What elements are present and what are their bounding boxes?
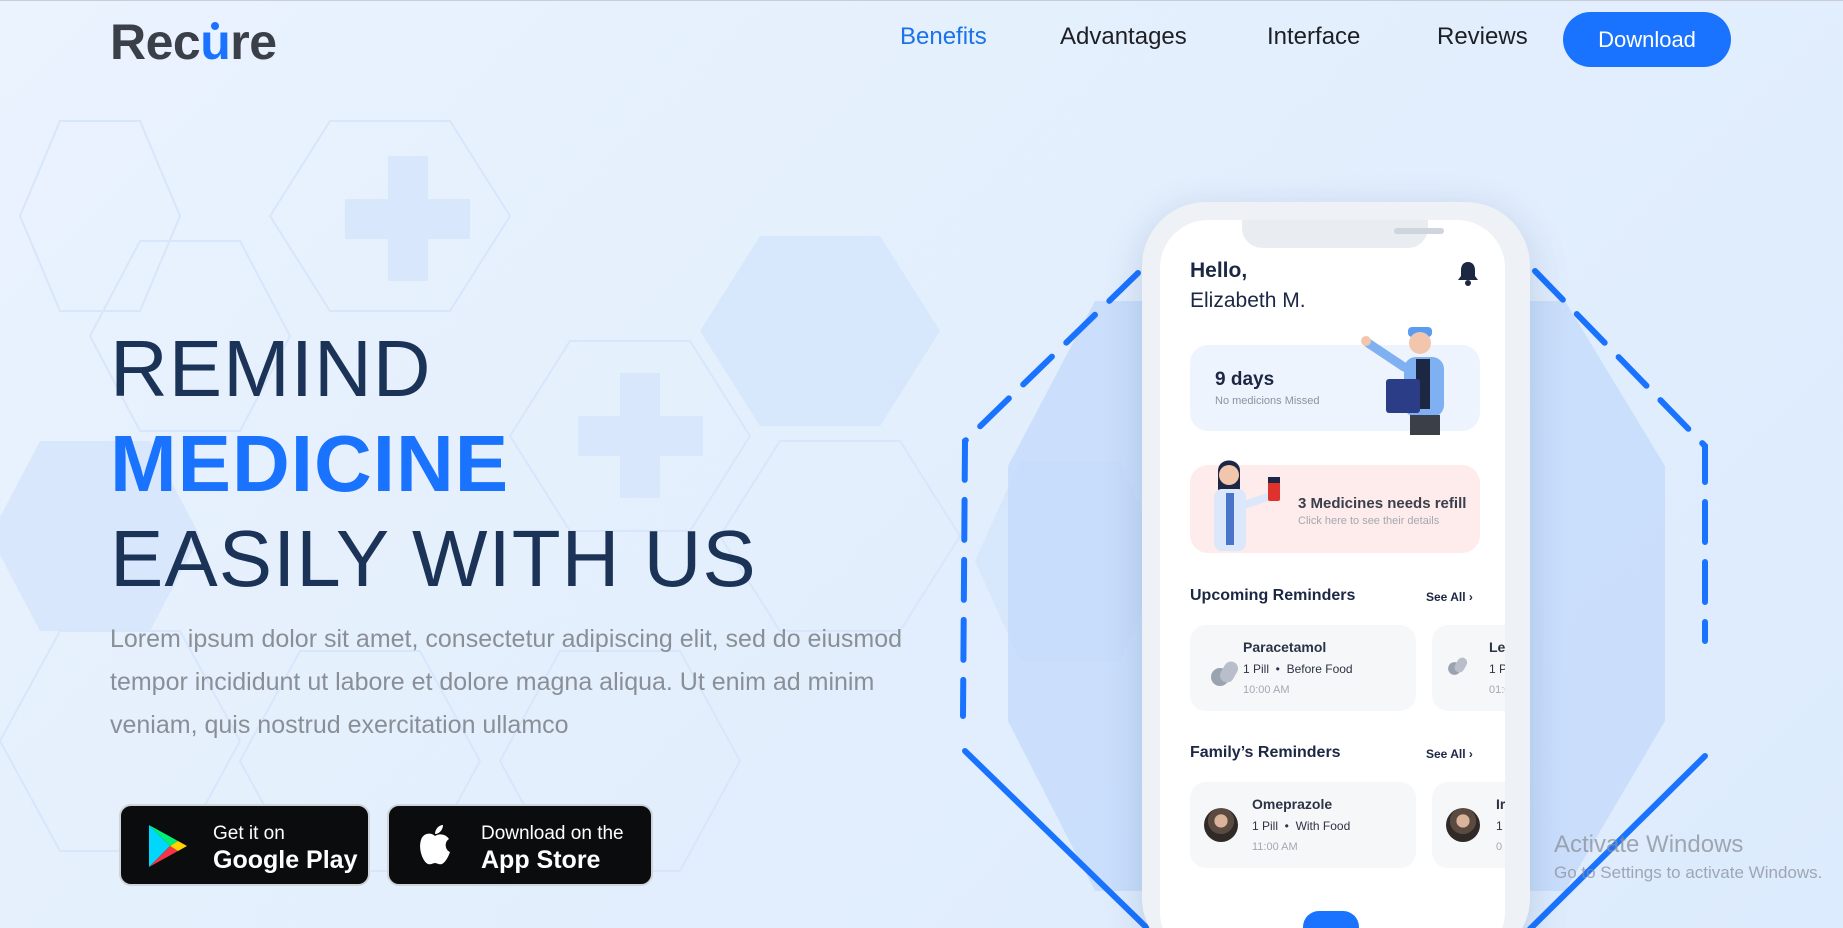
family-reminder-card[interactable]: Omeprazole 1 Pill • With Food 11:00 AM	[1190, 782, 1416, 868]
medicine-dose: 1 Pill • Before Food	[1243, 662, 1353, 676]
medicine-dose: 1 Pill • With Food	[1252, 819, 1351, 833]
dose-text: 1 Pill	[1252, 819, 1279, 833]
google-play-button[interactable]: Get it on Google Play	[119, 804, 370, 886]
doctor-illustration-icon	[1361, 327, 1444, 435]
medicine-name: Omeprazole	[1252, 796, 1333, 812]
greeting-text: Hello,	[1190, 259, 1248, 282]
nav-interface[interactable]: Interface	[1267, 23, 1360, 51]
chevron-right-icon: ›	[1468, 590, 1473, 604]
hero-headline-line-1: REMIND	[110, 324, 432, 413]
medicine-time: 10:00 AM	[1243, 684, 1290, 696]
hero-headline-line-3: EASILY WITH US	[110, 514, 757, 603]
nav-benefits[interactable]: Benefits	[900, 23, 987, 51]
google-play-icon	[149, 825, 187, 867]
see-all-label: See All	[1426, 590, 1466, 604]
phone-screen: Hello, Elizabeth M. 9 days No medicions …	[1160, 220, 1505, 928]
hero-headline-line-2: MEDICINE	[110, 419, 510, 508]
user-name: Elizabeth M.	[1190, 289, 1306, 312]
refill-subtitle: Click here to see their details	[1298, 515, 1440, 527]
medicine-time: 0	[1496, 841, 1503, 853]
watermark-title: Activate Windows	[1554, 831, 1744, 858]
nav-advantages[interactable]: Advantages	[1060, 23, 1187, 51]
download-button[interactable]: Download	[1563, 12, 1731, 67]
upcoming-reminders-title: Upcoming Reminders	[1190, 587, 1356, 604]
streak-card[interactable]: 9 days No medicions Missed	[1190, 327, 1480, 435]
bell-icon[interactable]	[1456, 260, 1480, 286]
medicine-name: Paracetamol	[1243, 639, 1327, 655]
logo-u: u	[200, 13, 231, 71]
timing-text: Before Food	[1286, 662, 1353, 676]
site-header: Rec u re Benefits Advantages Interface R…	[0, 1, 1843, 79]
family-see-all-link[interactable]: See All ›	[1426, 747, 1473, 761]
logo-text-prefix: Rec	[110, 14, 201, 70]
medicine-time: 11:00 AM	[1252, 841, 1298, 853]
logo-text-suffix: re	[230, 14, 277, 70]
apple-icon	[420, 825, 450, 865]
family-reminders-title: Family’s Reminders	[1190, 744, 1341, 761]
avatar	[1446, 808, 1480, 842]
reminder-card[interactable]: Lev 1 Pil 01:0	[1432, 625, 1505, 711]
refill-title: 3 Medicines needs refill	[1298, 495, 1467, 512]
pills-icon	[1211, 661, 1238, 686]
avatar	[1204, 808, 1238, 842]
google-play-big-text: Google Play	[213, 846, 358, 874]
medicine-name: Ir	[1496, 796, 1505, 812]
phone-notch	[1242, 220, 1444, 248]
see-all-label: See All	[1426, 747, 1466, 761]
reminder-card[interactable]: Paracetamol 1 Pill • Before Food 10:00 A…	[1190, 625, 1416, 711]
streak-title: 9 days	[1215, 369, 1275, 390]
app-store-small-text: Download on the	[481, 823, 624, 844]
logo[interactable]: Rec u re	[110, 13, 277, 71]
google-play-small-text: Get it on	[213, 823, 285, 844]
watermark-subtitle: Go to Settings to activate Windows.	[1554, 863, 1823, 882]
family-reminder-card[interactable]: Ir 1 I 0	[1432, 782, 1505, 868]
dose-text: 1 Pill	[1243, 662, 1270, 676]
streak-subtitle: No medicions Missed	[1215, 395, 1320, 407]
app-store-button[interactable]: Download on the App Store	[387, 804, 653, 886]
medicine-name: Lev	[1489, 639, 1505, 655]
app-store-big-text: App Store	[481, 846, 601, 874]
timing-text: With Food	[1295, 819, 1351, 833]
add-medicine-button[interactable]	[1303, 911, 1359, 928]
medicine-dose: 1 Pil	[1489, 662, 1505, 676]
medicine-dose: 1 I	[1496, 819, 1505, 833]
upcoming-see-all-link[interactable]: See All ›	[1426, 590, 1473, 604]
hero-description: Lorem ipsum dolor sit amet, consectetur …	[110, 625, 903, 739]
medicine-time: 01:0	[1489, 684, 1505, 696]
windows-activation-watermark: Activate Windows Go to Settings to activ…	[1554, 831, 1822, 883]
phone-tab-bar	[1160, 911, 1505, 928]
chevron-right-icon: ›	[1468, 747, 1473, 761]
refill-card[interactable]: 3 Medicines needs refill Click here to s…	[1190, 460, 1480, 553]
nav-reviews[interactable]: Reviews	[1437, 23, 1528, 51]
nurse-illustration-icon	[1214, 460, 1280, 551]
pills-icon	[1448, 657, 1468, 675]
